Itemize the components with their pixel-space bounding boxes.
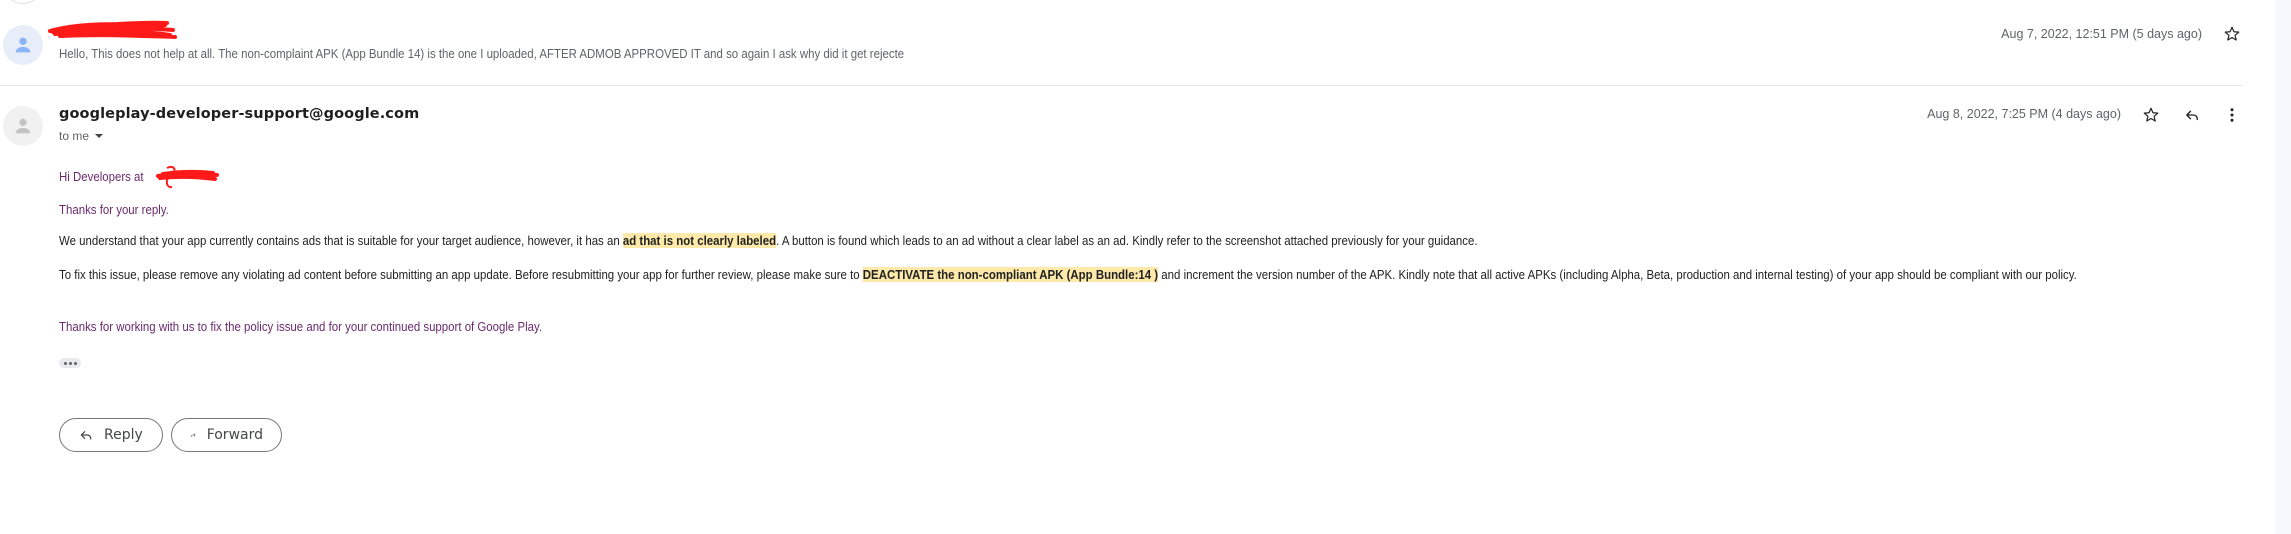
caret-down-icon <box>95 134 104 138</box>
message-snippet: Hello, This does not help at all. The no… <box>59 46 905 61</box>
more-vert-icon <box>2230 108 2234 122</box>
paragraph-2: To fix this issue, please remove any vio… <box>59 266 2269 284</box>
star-button[interactable] <box>2139 103 2163 127</box>
closing-line: Thanks for working with us to fix the po… <box>59 319 543 334</box>
sender-avatar <box>3 106 43 146</box>
recipient-label: to me <box>59 129 90 143</box>
paragraph-text: We understand that your app currently co… <box>59 233 623 248</box>
greeting-line: Hi Developers at <box>59 169 144 184</box>
highlighted-text: ad that is not clearly labeled <box>622 233 777 248</box>
show-trimmed-content-button[interactable] <box>59 358 81 368</box>
dot-icon <box>73 361 77 365</box>
star-icon <box>2224 26 2240 41</box>
sender-avatar <box>3 25 43 65</box>
reply-button[interactable]: Reply <box>59 418 163 452</box>
redacted-company-name <box>155 162 220 190</box>
paragraph-text: To fix this issue, please remove any vio… <box>59 267 863 282</box>
dot-icon <box>68 361 72 365</box>
redacted-sender-name <box>45 18 180 40</box>
forward-icon <box>191 433 196 437</box>
person-icon <box>15 118 31 134</box>
sender-email: googleplay-developer-support@google.com <box>59 106 420 122</box>
reply-button[interactable] <box>2180 103 2204 127</box>
forward-button[interactable]: Forward <box>171 418 282 452</box>
paragraph-text: . A button is found which leads to an ad… <box>776 233 1478 248</box>
more-options-button[interactable] <box>2220 103 2244 127</box>
side-panel <box>2275 0 2291 534</box>
message-date: Aug 7, 2022, 12:51 PM (5 days ago) <box>2001 27 2202 41</box>
reply-icon <box>2186 110 2198 121</box>
dot-icon <box>63 361 67 365</box>
previous-message-avatar <box>3 0 43 4</box>
message-divider <box>0 85 2243 86</box>
star-icon <box>2143 107 2159 122</box>
person-icon <box>15 37 31 53</box>
thanks-line: Thanks for your reply. <box>59 202 169 217</box>
message-date: Aug 8, 2022, 7:25 PM (4 days ago) <box>1927 107 2121 121</box>
paragraph-1: We understand that your app currently co… <box>59 233 1478 248</box>
greeting-text: Hi Developers at <box>59 169 144 184</box>
reply-icon <box>80 431 92 440</box>
highlighted-text: DEACTIVATE the non-compliant APK (App Bu… <box>862 267 1159 282</box>
paragraph-text: and increment the version number of the … <box>1158 267 2077 282</box>
star-button[interactable] <box>2220 22 2244 46</box>
forward-label: Forward <box>206 427 263 443</box>
reply-label: Reply <box>104 427 143 443</box>
recipient-details-toggle[interactable]: to me <box>59 129 104 143</box>
